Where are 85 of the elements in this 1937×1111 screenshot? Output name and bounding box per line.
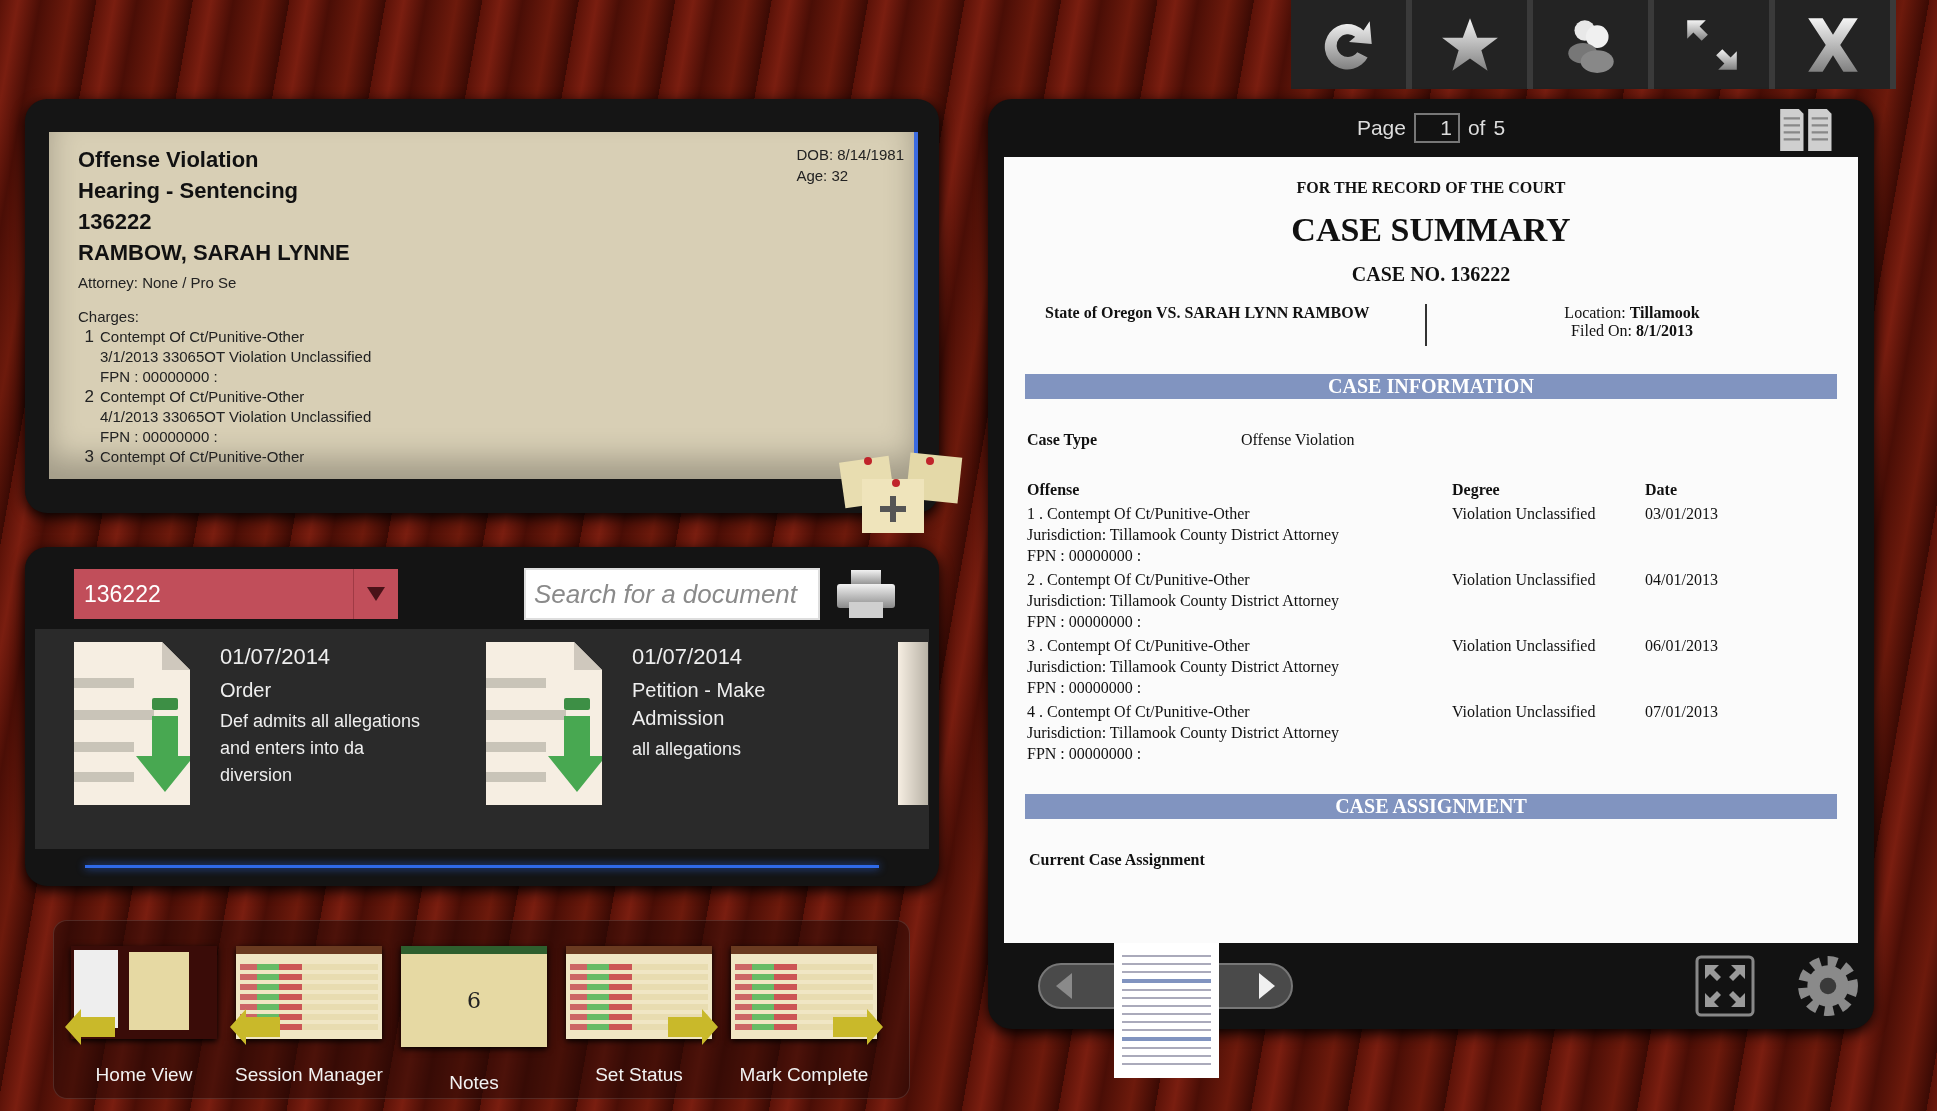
document-header: FOR THE RECORD OF THE COURT	[1295, 178, 1567, 197]
case-dropdown[interactable]: 136222	[74, 569, 398, 619]
column-header: Date	[1645, 480, 1678, 500]
nav-item[interactable]: Set Status	[566, 946, 712, 1098]
search-field[interactable]: Search for a document	[524, 568, 820, 620]
offense-date: 07/01/2013	[1645, 703, 1718, 720]
document-download-icon[interactable]	[74, 642, 190, 805]
charge-detail: 4/1/2013 33065OT Violation Unclassified	[100, 407, 372, 427]
offense-fpn: FPN : 00000000 :	[1027, 546, 1143, 566]
offense-name: 3 . Contempt Of Ct/Punitive-Other	[1027, 636, 1251, 656]
document-description: all allegations	[632, 738, 743, 761]
offense-fpn: FPN : 00000000 :	[1027, 744, 1143, 764]
offense-jurisdiction: Jurisdiction: Tillamook County District Attorney	[1027, 525, 1340, 545]
fullscreen-icon[interactable]	[1695, 955, 1755, 1017]
filed-date: Filed On: 8/1/2013	[1570, 322, 1694, 340]
people-button[interactable]	[1533, 0, 1654, 89]
offense-degree: Violation Unclassified	[1452, 703, 1596, 720]
charge-detail: 3/1/2013 33065OT Violation Unclassified	[100, 347, 372, 367]
page-thumbnail[interactable]	[1114, 943, 1219, 1078]
nav-item[interactable]: Mark Complete	[731, 946, 877, 1098]
offense-jurisdiction: Jurisdiction: Tillamook County District Attorney	[1027, 591, 1340, 611]
offense-date: 03/01/2013	[1645, 505, 1718, 522]
case-location: Location: Tillamook	[1563, 304, 1701, 322]
page-total: 5	[1493, 116, 1506, 140]
offense-jurisdiction: Jurisdiction: Tillamook County District Attorney	[1027, 657, 1340, 677]
offense-fpn: FPN : 00000000 :	[1027, 612, 1143, 632]
charge-offense: Contempt Of Ct/Punitive-Other	[100, 327, 306, 347]
document-download-icon[interactable]	[486, 642, 602, 805]
dob-text: DOB: 8/14/1981	[796, 145, 904, 165]
charges-label: Charges:	[78, 307, 140, 327]
document-title: Order	[220, 678, 273, 703]
nav-item[interactable]: 6 Notes	[401, 946, 547, 1098]
charge-number: 1	[83, 327, 94, 348]
charge-number: 2	[83, 387, 94, 408]
document-date: 01/07/2014	[220, 643, 332, 671]
favorite-button[interactable]	[1412, 0, 1533, 89]
case-heading: RAMBOW, SARAH LYNNE	[78, 239, 350, 267]
nav-item[interactable]: Session Manager	[236, 946, 382, 1098]
offense-degree: Violation Unclassified	[1452, 505, 1596, 522]
case-parties: State of Oregon VS. SARAH LYNN RAMBOW	[1044, 304, 1371, 322]
charge-offense: Contempt Of Ct/Punitive-Other	[100, 387, 306, 407]
charge-number: 3	[83, 447, 94, 467]
resize-button[interactable]	[1654, 0, 1775, 89]
next-page-icon[interactable]	[1257, 973, 1277, 999]
document-date: 01/07/2014	[632, 643, 744, 671]
offense-degree: Violation Unclassified	[1452, 637, 1596, 654]
printer-icon[interactable]	[835, 568, 897, 620]
offense-jurisdiction: Jurisdiction: Tillamook County District Attorney	[1027, 723, 1340, 743]
offense-name: 4 . Contempt Of Ct/Punitive-Other	[1027, 702, 1251, 722]
case-heading: 136222	[78, 208, 153, 236]
settings-icon[interactable]	[1797, 955, 1859, 1017]
offense-name: 1 . Contempt Of Ct/Punitive-Other	[1027, 504, 1251, 524]
age-text: Age: 32	[796, 166, 850, 186]
section-heading: CASE ASSIGNMENT	[1025, 794, 1837, 819]
charge-fpn: FPN : 00000000 :	[100, 367, 219, 387]
attorney-text: Attorney: None / Pro Se	[78, 274, 238, 291]
caret-icon	[367, 587, 385, 601]
case-number: CASE NO. 136222	[1350, 263, 1512, 286]
column-header: Degree	[1452, 480, 1501, 500]
offense-date: 06/01/2013	[1645, 637, 1718, 654]
field-label: Case Type	[1026, 431, 1099, 449]
thumbnail-note-text: 6	[467, 988, 481, 1013]
section-heading: CASE INFORMATION	[1025, 374, 1837, 399]
offense-date: 04/01/2013	[1645, 571, 1718, 588]
close-button[interactable]	[1775, 0, 1896, 89]
two-page-view-icon[interactable]	[1780, 109, 1834, 151]
document-title: Petition - Make Admission	[632, 678, 767, 731]
charge-offense: Contempt Of Ct/Punitive-Other	[100, 447, 305, 467]
document-title: CASE SUMMARY	[1290, 211, 1572, 249]
case-heading: Offense Violation	[78, 146, 260, 174]
document-description: Def admits all allegations and enters into da diversion	[220, 710, 422, 787]
charge-fpn: FPN : 00000000 :	[100, 427, 219, 447]
offense-fpn: FPN : 00000000 :	[1027, 678, 1143, 698]
field-label: Current Case Assignment	[1028, 851, 1206, 869]
previous-page-icon[interactable]	[1054, 973, 1074, 999]
page-number-field[interactable]: 1	[1413, 113, 1460, 143]
column-header: Offense	[1027, 480, 1081, 500]
offense-degree: Violation Unclassified	[1452, 571, 1596, 588]
page-of-label: of	[1467, 116, 1486, 140]
page-label: Page	[1356, 116, 1406, 140]
refresh-button[interactable]	[1291, 0, 1412, 89]
case-heading: Hearing - Sentencing	[78, 177, 300, 205]
nav-item[interactable]: Home View	[71, 946, 217, 1098]
field-value: Offense Violation	[1241, 431, 1355, 449]
offense-name: 2 . Contempt Of Ct/Punitive-Other	[1027, 570, 1251, 590]
